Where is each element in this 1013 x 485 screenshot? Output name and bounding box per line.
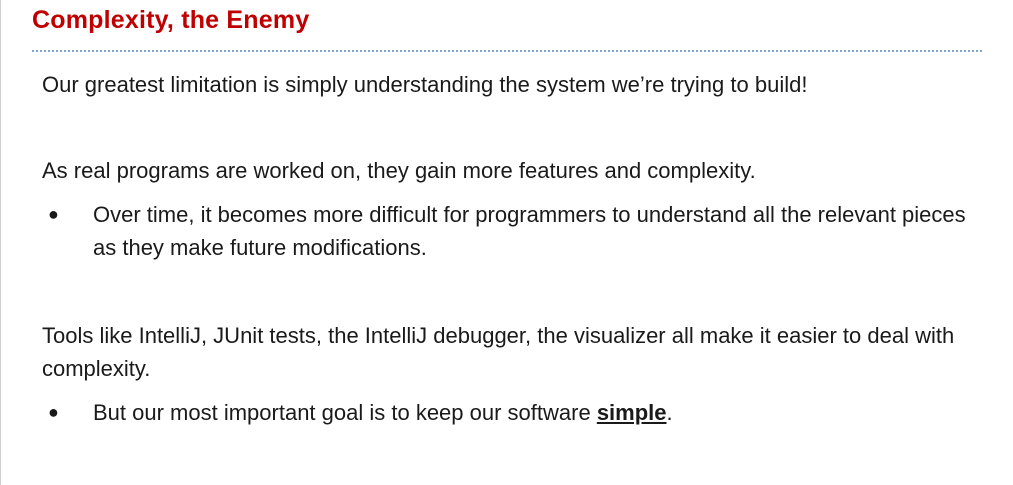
title-divider xyxy=(32,50,982,52)
paragraph-complexity: As real programs are worked on, they gai… xyxy=(42,158,756,183)
bullet-text-prefix: But our most important goal is to keep o… xyxy=(93,400,597,425)
slide: Complexity, the Enemy Our greatest limit… xyxy=(0,0,1013,485)
bullet-icon: ● xyxy=(48,204,59,224)
bullet-icon: ● xyxy=(48,402,59,422)
bullet-text: But our most important goal is to keep o… xyxy=(93,396,973,429)
slide-title: Complexity, the Enemy xyxy=(32,6,310,34)
paragraph-limitation: Our greatest limitation is simply unders… xyxy=(42,72,808,97)
paragraph-tools: Tools like IntelliJ, JUnit tests, the In… xyxy=(42,323,955,381)
emphasized-word: simple xyxy=(596,400,667,425)
bullet-text: Over time, it becomes more difficult for… xyxy=(93,202,966,260)
bullet-text-suffix: . xyxy=(666,400,673,425)
